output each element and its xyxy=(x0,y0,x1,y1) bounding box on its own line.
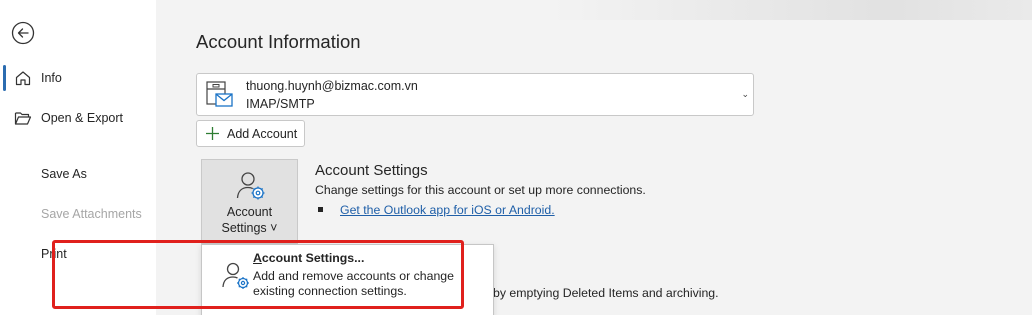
back-button[interactable] xyxy=(11,21,35,45)
settings-button-label-line1: Account xyxy=(226,205,273,219)
nav-item-label: Save As xyxy=(41,167,87,181)
settings-button-label-line2: Settings ˅ xyxy=(221,221,278,235)
background-art xyxy=(552,0,1032,20)
nav-item-label: Info xyxy=(41,71,62,85)
account-email: thuong.huynh@bizmac.com.vn xyxy=(246,79,418,93)
user-settings-icon xyxy=(236,172,265,200)
chevron-down-icon: ⌄ xyxy=(741,89,749,99)
menu-item-title-rest: ccount Settings... xyxy=(261,251,365,265)
menu-item-account-settings[interactable]: Account Settings... Add and remove accou… xyxy=(207,240,464,308)
accelerator-key: A xyxy=(253,251,262,265)
menu-item-description: Add and remove accounts or change xyxy=(253,269,454,283)
add-account-button[interactable]: Add Account xyxy=(196,120,305,147)
nav-item-label: Open & Export xyxy=(41,111,123,125)
account-type: IMAP/SMTP xyxy=(246,97,315,111)
main-content: Account Information thuong.huynh@bizmac.… xyxy=(156,0,1032,315)
nav-item-open-export[interactable]: Open & Export xyxy=(0,102,156,134)
back-arrow-icon xyxy=(11,21,35,45)
menu-item-description: existing connection settings. xyxy=(253,284,407,298)
section-title: Account Settings xyxy=(315,162,428,179)
account-settings-button[interactable]: Account Settings ˅ xyxy=(201,159,298,244)
nav-item-label: Save Attachments xyxy=(41,207,142,221)
backstage-sidebar: Info Open & Export Save As Save Attachme… xyxy=(0,0,156,315)
bullet-icon xyxy=(318,207,323,212)
plus-icon xyxy=(206,127,219,140)
nav-item-save-as[interactable]: Save As xyxy=(0,158,156,190)
user-settings-icon xyxy=(222,262,249,289)
add-account-label: Add Account xyxy=(227,127,298,141)
mailbox-cleanup-text: by emptying Deleted Items and archiving. xyxy=(493,286,719,300)
nav-item-info[interactable]: Info xyxy=(0,62,156,94)
folder-open-icon xyxy=(14,112,32,125)
section-description: Change settings for this account or set … xyxy=(315,183,646,197)
nav-item-label: Print xyxy=(41,247,67,261)
mail-account-icon xyxy=(206,81,233,107)
menu-item-title: Account Settings... xyxy=(253,251,364,265)
page-title: Account Information xyxy=(196,31,361,52)
outlook-app-link[interactable]: Get the Outlook app for iOS or Android. xyxy=(340,203,555,217)
account-selector[interactable]: thuong.huynh@bizmac.com.vn IMAP/SMTP ⌄ xyxy=(196,73,754,116)
nav-item-print[interactable]: Print xyxy=(0,238,156,270)
home-icon xyxy=(15,71,31,86)
nav-item-save-attachments: Save Attachments xyxy=(0,198,156,230)
account-settings-menu: Account Settings... Add and remove accou… xyxy=(201,244,494,315)
